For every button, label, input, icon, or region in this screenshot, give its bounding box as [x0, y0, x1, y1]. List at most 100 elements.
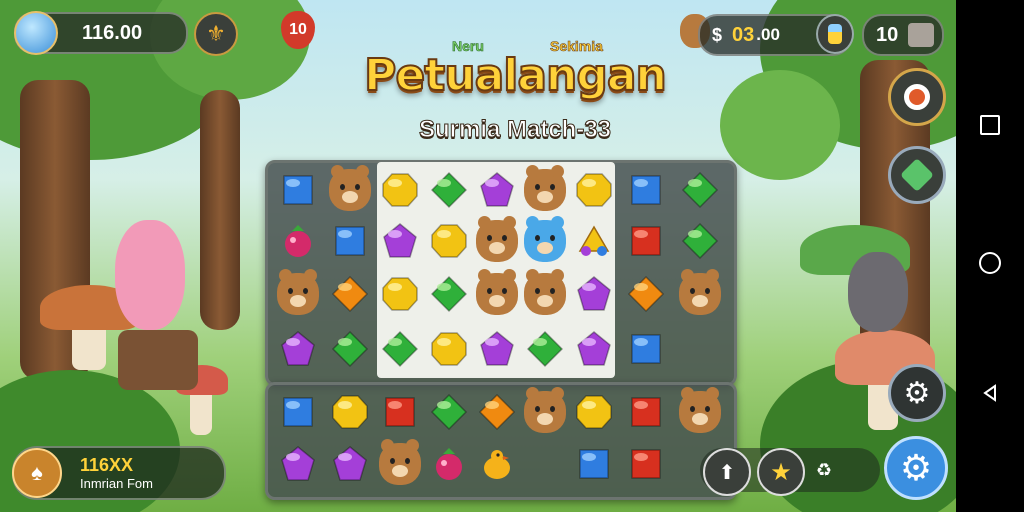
board-cell[interactable]: [327, 218, 373, 264]
cycle-button[interactable]: ♻: [808, 452, 840, 488]
yellow-gem-icon: [576, 395, 612, 429]
board-cell[interactable]: [474, 269, 520, 317]
board-cell[interactable]: [571, 441, 617, 487]
moves-counter[interactable]: 10: [862, 14, 944, 56]
board-cell[interactable]: [426, 326, 472, 372]
board-cell[interactable]: [474, 441, 520, 487]
green-gem-icon: [430, 171, 468, 209]
target-icon[interactable]: [888, 68, 946, 126]
square-nav-icon: [980, 115, 1000, 135]
board-cell[interactable]: [327, 441, 373, 487]
board-cell[interactable]: [275, 326, 321, 372]
coin-counter[interactable]: 116.00: [14, 11, 188, 55]
settings-gear-button-large[interactable]: ⚙: [884, 436, 948, 500]
board-cell[interactable]: [426, 218, 472, 264]
board-cell[interactable]: [426, 441, 472, 487]
board-cell[interactable]: [677, 387, 723, 435]
board-cell[interactable]: [677, 269, 723, 317]
arrow-up-button[interactable]: ⬆: [703, 448, 751, 496]
board-cell[interactable]: [327, 271, 373, 317]
board-cell[interactable]: [623, 218, 669, 264]
board-cell[interactable]: [327, 165, 373, 213]
board-cell[interactable]: [275, 167, 321, 213]
settings-gear-button-small[interactable]: ⚙: [888, 364, 946, 422]
board-cell[interactable]: [377, 218, 423, 264]
bear-icon: [379, 439, 421, 485]
bear-icon: [277, 269, 319, 315]
board-cell[interactable]: [571, 271, 617, 317]
purple-gem-icon: [383, 223, 417, 258]
board-cell[interactable]: [275, 389, 321, 435]
board-cell[interactable]: [275, 218, 321, 264]
board-cell[interactable]: [677, 218, 723, 264]
board-cell[interactable]: [377, 271, 423, 317]
board-cell[interactable]: [571, 167, 617, 213]
board-cell[interactable]: [474, 167, 520, 213]
arrow-up-icon: ⬆: [718, 461, 736, 484]
board-cell[interactable]: [426, 167, 472, 213]
board-cell[interactable]: [474, 389, 520, 435]
purple-gem-icon: [333, 446, 367, 481]
purple-gem-icon: [577, 276, 611, 311]
purple-gem-icon: [577, 331, 611, 366]
star-icon: ★: [770, 458, 792, 486]
bear-icon: [476, 216, 518, 262]
cart-icon: [908, 23, 935, 47]
board-cell[interactable]: [623, 326, 669, 372]
board-cell[interactable]: [327, 326, 373, 372]
blue-bear-icon: [524, 216, 566, 262]
board-cell[interactable]: [474, 216, 520, 264]
home-button[interactable]: [975, 248, 1005, 278]
board-cell[interactable]: [571, 326, 617, 372]
board-cell[interactable]: [522, 326, 568, 372]
board-cell[interactable]: [275, 441, 321, 487]
blue-gem-icon: [283, 397, 313, 427]
score-label: Inmrian Fom: [80, 476, 153, 491]
board-cell[interactable]: [426, 271, 472, 317]
recents-button[interactable]: [975, 110, 1005, 140]
board-cell[interactable]: [677, 167, 723, 213]
board-cell[interactable]: [426, 389, 472, 435]
red-gem-icon: [631, 449, 661, 479]
board-cell[interactable]: [522, 216, 568, 264]
potion-icon[interactable]: [816, 14, 854, 54]
berry-icon: [436, 448, 462, 480]
purple-gem-icon: [281, 446, 315, 481]
circle-nav-icon: [979, 252, 1001, 274]
board-cell[interactable]: [522, 165, 568, 213]
green-gem-icon: [331, 330, 369, 368]
red-gem-icon: [631, 397, 661, 427]
green-gem-icon: [526, 330, 564, 368]
bear-icon: [524, 165, 566, 211]
board-cell[interactable]: [474, 326, 520, 372]
board-cell[interactable]: [623, 271, 669, 317]
board-cell[interactable]: [377, 389, 423, 435]
fleur-icon[interactable]: ⚜: [194, 12, 238, 56]
board-cell[interactable]: [522, 269, 568, 317]
board-cell[interactable]: [522, 387, 568, 435]
board-cell[interactable]: [623, 441, 669, 487]
board-cell[interactable]: [571, 218, 617, 264]
star-button[interactable]: ★: [757, 448, 805, 496]
board-cell[interactable]: [275, 269, 321, 317]
board-cell[interactable]: [623, 167, 669, 213]
spade-icon[interactable]: ♠: [12, 448, 62, 498]
green-gem-icon: [430, 275, 468, 313]
moves-value: 10: [876, 23, 899, 46]
crystal-icon: [14, 11, 58, 55]
back-button[interactable]: [975, 378, 1005, 408]
purple-gem-icon: [480, 172, 514, 207]
board-cell[interactable]: [377, 167, 423, 213]
lives-value: 10: [289, 21, 307, 38]
board-cell[interactable]: [571, 389, 617, 435]
board-cell[interactable]: [623, 389, 669, 435]
candy-icon: [578, 225, 610, 256]
tree-canopy-mid-right: [720, 70, 840, 180]
back-nav-icon: [983, 384, 996, 402]
board-cell[interactable]: [377, 439, 423, 487]
tool-icon[interactable]: [888, 146, 946, 204]
resource-value: 03: [732, 23, 755, 46]
board-cell[interactable]: [327, 389, 373, 435]
blue-gem-icon: [283, 175, 313, 205]
board-cell[interactable]: [377, 326, 423, 372]
